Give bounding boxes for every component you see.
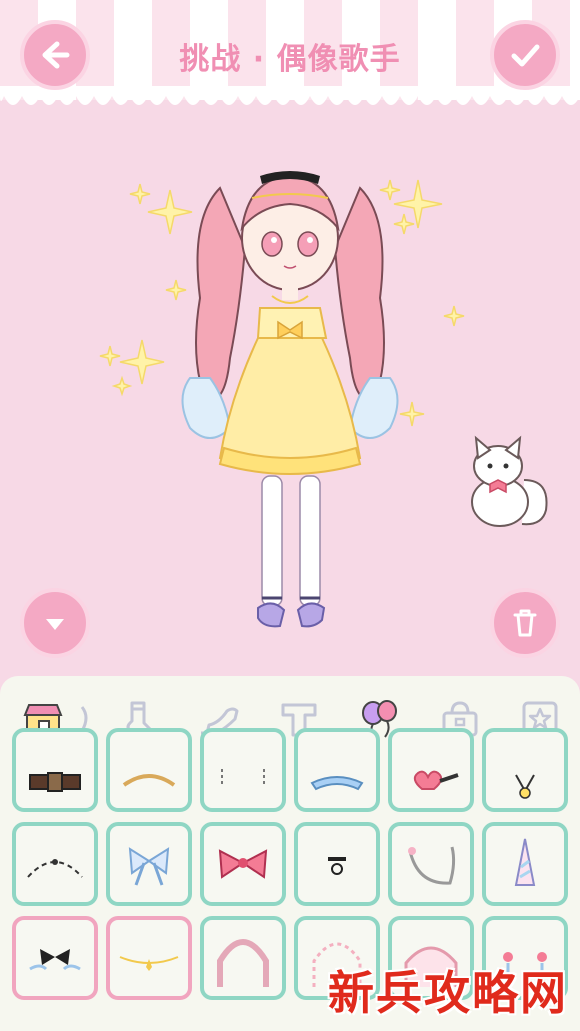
earring-chain-icon [221,769,265,787]
chevron-down-icon [46,619,64,630]
dressup-stage [0,118,580,678]
tiara-gold-icon [122,774,176,787]
trash-icon [513,609,537,637]
pink-veil-arch-icon [217,939,269,987]
heart-hairpin-icon [413,770,459,790]
choker-icon [328,857,346,875]
trash-button[interactable] [490,588,560,658]
tiara-blue-icon [310,776,364,791]
back-button[interactable] [20,20,90,90]
star-headband-item[interactable] [12,822,98,906]
awning-scallop-edge [0,86,580,105]
gold-circlet-icon [119,956,179,971]
confirm-button[interactable] [490,20,560,90]
star-headband-icon [27,859,83,878]
pink-bow-icon [218,849,268,879]
black-bow-headpiece-icon [29,949,81,971]
doll-character[interactable] [150,158,430,638]
tiara-blue-item[interactable] [294,728,380,812]
watermark-text: 新兵攻略网 [328,966,568,1020]
belt-item[interactable] [12,728,98,812]
collapse-button[interactable] [20,588,90,658]
blue-bow-icon [128,847,170,886]
belt-icon [29,772,81,792]
pink-strap-icon [408,846,456,885]
black-bow-headpiece-item[interactable] [12,916,98,1000]
tiara-gold-item[interactable] [106,728,192,812]
pink-veil-arch-item[interactable] [200,916,286,1000]
choker-item[interactable] [294,822,380,906]
blue-bow-item[interactable] [106,822,192,906]
heart-hairpin-item[interactable] [388,728,474,812]
pink-strap-item[interactable] [388,822,474,906]
white-cat-pet[interactable] [462,430,552,530]
star-necklace-icon [515,774,535,799]
arrow-left-icon [42,41,70,69]
star-necklace-item[interactable] [482,728,568,812]
unicorn-horn-item[interactable] [482,822,568,906]
pink-bow-item[interactable] [200,822,286,906]
unicorn-horn-icon [514,838,536,886]
gold-circlet-item[interactable] [106,916,192,1000]
checkmark-icon [511,44,540,67]
earring-chain-item[interactable] [200,728,286,812]
